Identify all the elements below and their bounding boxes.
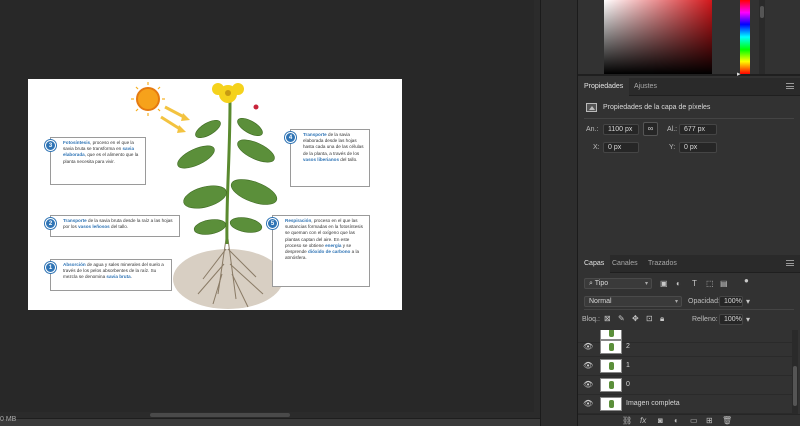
adjustment-layer-icon[interactable]: ◐ <box>674 416 679 425</box>
callout-respiracion: 5 Respiración, proceso en el que las sus… <box>267 215 370 287</box>
lock-paint-icon[interactable]: ✎ <box>618 314 625 323</box>
layer-thumbnail <box>600 359 622 373</box>
opacity-chevron-icon[interactable]: ▾ <box>746 297 750 306</box>
filter-toggle-icon[interactable]: ● <box>744 276 749 285</box>
layer-list: 👁︎ 2 👁︎ 1 👁︎ 0 👁︎ Imagen completa <box>578 330 792 414</box>
callout-fotosintesis: 3 Fotosíntesis, proceso en el que la sav… <box>45 137 146 185</box>
tab-trazados[interactable]: Trazados <box>642 255 683 273</box>
fill-chevron-icon[interactable]: ▾ <box>746 315 750 324</box>
tab-canales[interactable]: Canales <box>606 255 644 273</box>
hue-slider[interactable] <box>740 0 750 74</box>
layer-row[interactable]: 👁︎ 1 <box>578 357 792 376</box>
filter-type-icon[interactable]: T <box>692 279 697 288</box>
step-number-badge: 3 <box>45 140 56 151</box>
y-field[interactable]: 0 px <box>679 142 717 153</box>
height-field[interactable]: 677 px <box>679 124 717 135</box>
tab-ajustes[interactable]: Ajustes <box>628 78 663 96</box>
visibility-eye-icon[interactable]: 👁︎ <box>583 342 593 351</box>
lock-label: Bloq.: <box>582 316 600 323</box>
chevron-down-icon: ▾ <box>674 299 678 305</box>
properties-tabbar: Propiedades Ajustes <box>578 78 800 96</box>
document-canvas[interactable]: 3 Fotosíntesis, proceso en el que la sav… <box>28 79 402 310</box>
layers-footer: ⛓︎ fx ◙ ◐ ▭ ⊞ 🗑︎ <box>578 414 800 426</box>
layer-filter-select[interactable]: ⌕ Tipo ▾ <box>584 278 652 289</box>
y-label: Y: <box>669 144 676 151</box>
lock-transparent-icon[interactable]: ⊠ <box>604 314 611 323</box>
properties-title: Propiedades de la capa de píxeles <box>603 103 711 111</box>
layer-row[interactable]: 👁︎ 0 <box>578 376 792 395</box>
fill-field[interactable]: 100% <box>719 314 743 325</box>
height-label: Al.: <box>667 126 678 133</box>
trash-icon[interactable]: 🗑︎ <box>722 416 732 425</box>
new-group-icon[interactable]: ▭ <box>690 416 698 425</box>
fill-label: Relleno: <box>692 316 718 323</box>
canvas-area[interactable]: 3 Fotosíntesis, proceso en el que la sav… <box>0 0 540 418</box>
opacity-label: Opacidad: <box>688 298 720 305</box>
x-field[interactable]: 0 px <box>603 142 639 153</box>
x-label: X: <box>593 144 600 151</box>
layers-menu-icon[interactable] <box>786 260 794 266</box>
color-picker-panel: ▸ <box>578 0 800 78</box>
layer-row[interactable]: 👁︎ Imagen completa <box>578 395 792 414</box>
layers-tabbar: Capas Canales Trazados <box>578 255 800 273</box>
filter-pixel-icon[interactable]: ▣ <box>660 279 668 288</box>
chevron-down-icon: ▾ <box>644 281 648 287</box>
callout-transporte-savia-bruta: 2 Transporte de la savia bruta desde la … <box>45 215 180 237</box>
layer-name: 0 <box>626 381 630 388</box>
callout-absorcion: 1 Absorción de agua y sales minerales de… <box>45 259 172 291</box>
width-field[interactable]: 1100 px <box>603 124 639 135</box>
filter-shape-icon[interactable]: ⬚ <box>706 279 714 288</box>
horizontal-scroll-thumb[interactable] <box>150 413 290 417</box>
layer-name: 1 <box>626 362 630 369</box>
tab-propiedades[interactable]: Propiedades <box>578 78 630 96</box>
layer-thumbnail <box>600 340 622 354</box>
link-dimensions-icon[interactable]: ∞ <box>643 122 658 136</box>
new-layer-icon[interactable]: ⊞ <box>706 416 713 425</box>
link-layers-icon[interactable]: ⛓︎ <box>622 416 632 425</box>
lock-position-icon[interactable]: ✥ <box>632 314 639 323</box>
layer-thumbnail <box>600 378 622 392</box>
step-number-badge: 1 <box>45 262 56 273</box>
layer-name: Imagen completa <box>626 400 680 407</box>
step-number-badge: 5 <box>267 218 278 229</box>
properties-header: Propiedades de la capa de píxeles <box>586 100 710 114</box>
status-bar: 0 MB <box>0 416 540 426</box>
panel-dock-gutter <box>540 0 578 426</box>
layer-thumbnail <box>600 397 622 411</box>
layers-scroll-thumb[interactable] <box>793 366 797 406</box>
callout-transporte-savia-elaborada: 4 Transporte de la savia elaborada desde… <box>285 129 370 187</box>
blend-mode-select[interactable]: Normal ▾ <box>584 296 682 307</box>
lock-artboard-icon[interactable]: ⊡ <box>646 314 653 323</box>
filter-smartobject-icon[interactable]: ▤ <box>720 279 728 288</box>
visibility-eye-icon[interactable]: 👁︎ <box>583 380 593 389</box>
step-number-badge: 4 <box>285 132 296 143</box>
add-mask-icon[interactable]: ◙ <box>658 416 663 425</box>
pixel-layer-icon <box>586 102 597 112</box>
visibility-eye-icon[interactable]: 👁︎ <box>583 361 593 370</box>
photoshop-window: 3 Fotosíntesis, proceso en el que la sav… <box>0 0 800 426</box>
right-panels: ▸ Propiedades Ajustes Propiedades de la … <box>578 0 800 426</box>
hue-marker-icon[interactable]: ▸ <box>737 70 741 78</box>
doc-size-label: 0 MB <box>0 416 17 423</box>
divider <box>584 309 794 310</box>
panel-menu-icon[interactable] <box>786 83 794 89</box>
opacity-field[interactable]: 100% <box>719 296 743 307</box>
step-number-badge: 2 <box>45 218 56 229</box>
color-saturation-field[interactable] <box>604 0 712 74</box>
layer-row[interactable]: 👁︎ 2 <box>578 338 792 357</box>
layer-name: 2 <box>626 343 630 350</box>
fx-icon[interactable]: fx <box>640 416 646 425</box>
color-panel-scroll-thumb[interactable] <box>760 6 764 18</box>
filter-adjustment-icon[interactable]: ◐ <box>676 279 681 288</box>
visibility-eye-icon[interactable]: 👁︎ <box>583 399 593 408</box>
width-label: An.: <box>586 126 599 133</box>
lock-all-icon[interactable]: 🔒︎ <box>660 314 664 324</box>
divider <box>584 118 794 119</box>
